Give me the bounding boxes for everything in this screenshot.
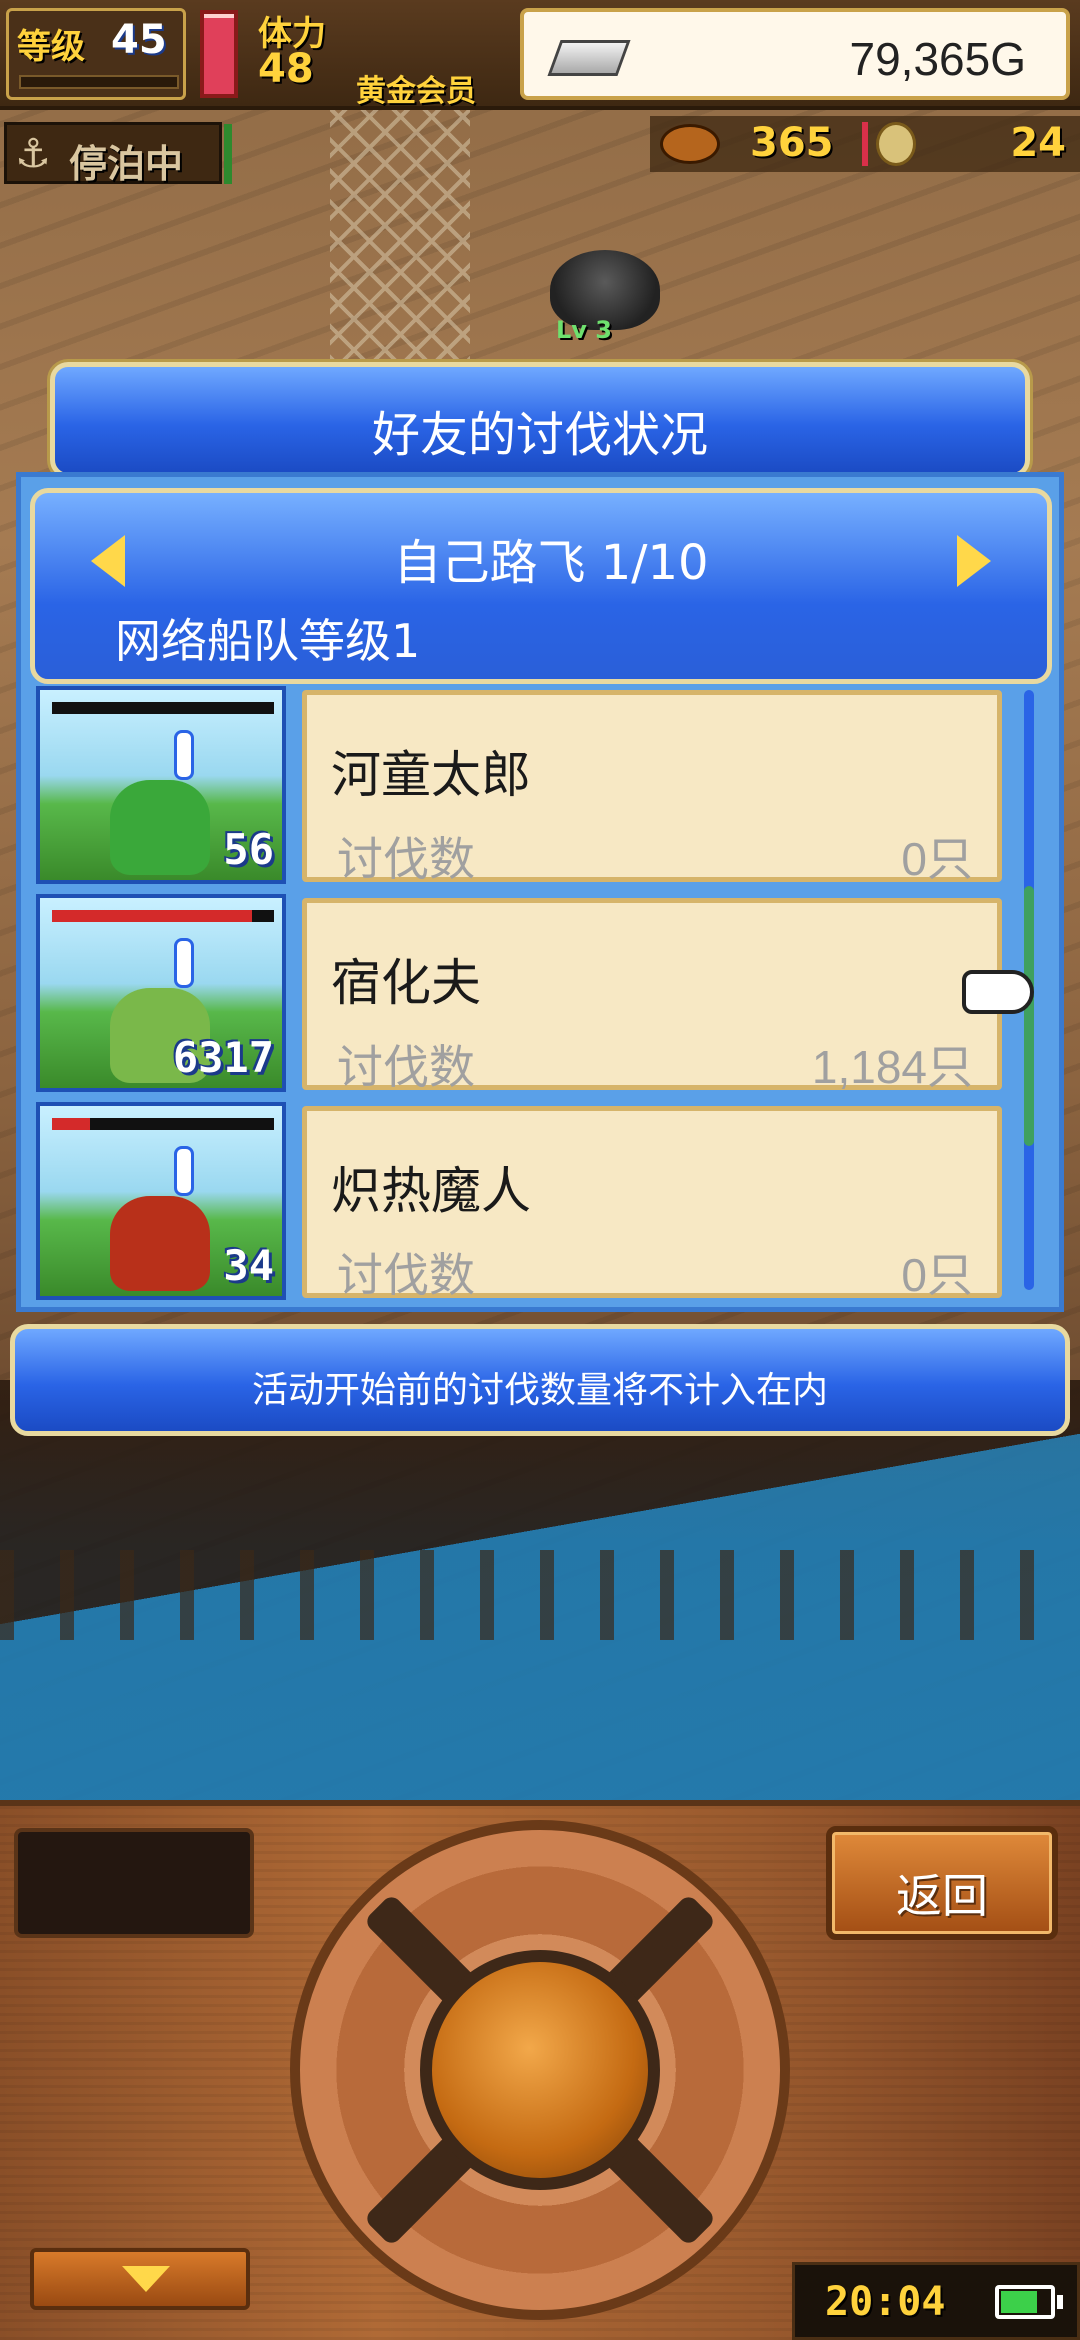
battery-level [1001, 2291, 1038, 2313]
medal-value: 24 [1010, 120, 1066, 166]
stamina-gauge-fill [204, 18, 234, 94]
monster-sprite [110, 1196, 210, 1291]
panel-empty-slot [14, 1828, 254, 1938]
bread-icon [660, 124, 720, 164]
stamina-value: 48 [258, 46, 314, 92]
friend-header: 自己路飞 1/10 网络船队等级1 [30, 488, 1052, 684]
monster-hp-fill [52, 910, 252, 922]
player-level-box: 等级 45 [6, 8, 186, 100]
food-value: 365 [750, 120, 834, 166]
monster-name: 宿化夫 [331, 954, 481, 1012]
silver-bar-icon [547, 40, 631, 76]
next-friend-arrow-icon[interactable] [957, 535, 991, 587]
anchor-icon: ⚓ [15, 131, 51, 177]
clock-box: 20:04 [792, 2262, 1080, 2340]
dock-status-box: ⚓ 停泊中 [4, 122, 222, 186]
notice-bar: 活动开始前的讨伐数量将不计入在内 [10, 1324, 1070, 1436]
monster-list[interactable]: 56 河童太郎 讨伐数 0只 6317 宿化夫 讨伐数 1,184只 34 炽热 [36, 686, 1036, 1306]
friend-name: 自己路飞 1/10 [393, 535, 709, 591]
monster-info-card: 宿化夫 讨伐数 1,184只 [302, 898, 1002, 1094]
pointing-hand-icon [962, 970, 1034, 1014]
exp-bar [19, 75, 179, 89]
fleet-level: 网络船队等级1 [115, 614, 421, 668]
medal-icon [876, 122, 916, 166]
monster-thumbnail: 34 [36, 1102, 286, 1300]
monster-name: 炽热魔人 [331, 1162, 531, 1220]
alert-icon [174, 938, 194, 988]
wheel-center-button[interactable] [420, 1950, 660, 2190]
list-item[interactable]: 34 炽热魔人 讨伐数 0只 [36, 1102, 1036, 1302]
menu-down-button[interactable] [30, 2248, 250, 2310]
monster-hp-fill [52, 1118, 90, 1130]
stamina-gauge [200, 10, 238, 98]
resource-bar: 365 24 [650, 116, 1080, 172]
monster-hp-bar [52, 910, 274, 922]
monster-thumbnail: 6317 [36, 894, 286, 1092]
kill-count-label: 讨伐数 [337, 1040, 475, 1094]
top-status-bar: 等级 45 体力 48 黄金会员 79,365G [0, 0, 1080, 110]
gold-value: 79,365G [849, 33, 1026, 85]
level-value: 45 [111, 17, 167, 63]
kill-count-label: 讨伐数 [337, 1248, 475, 1302]
monster-level: 6317 [172, 1033, 274, 1082]
monster-thumbnail: 56 [36, 686, 286, 884]
battery-tip [1057, 2295, 1063, 2309]
monster-hp-bar [52, 1118, 274, 1130]
monster-sprite [110, 780, 210, 875]
deck-monster-level: Lv 3 [556, 316, 612, 344]
monster-hp-bar [52, 702, 274, 714]
gold-display[interactable]: 79,365G [520, 8, 1070, 100]
alert-icon [174, 1146, 194, 1196]
resource-divider [862, 122, 868, 166]
kill-count-value: 0只 [901, 833, 973, 885]
kill-count-value: 0只 [901, 1249, 973, 1301]
monster-level: 56 [223, 825, 274, 874]
back-button-label: 返回 [896, 1869, 988, 1923]
alert-icon [174, 730, 194, 780]
monster-level: 34 [223, 1241, 274, 1290]
ship-railing [0, 1550, 1080, 1640]
monster-info-card: 河童太郎 讨伐数 0只 [302, 690, 1002, 886]
back-button[interactable]: 返回 [826, 1826, 1058, 1940]
dialog-title-bar: 好友的讨伐状况 [50, 362, 1030, 478]
monster-info-card: 炽热魔人 讨伐数 0只 [302, 1106, 1002, 1302]
monster-name: 河童太郎 [331, 746, 531, 804]
dock-status-label: 停泊中 [69, 142, 184, 186]
notice-text: 活动开始前的讨伐数量将不计入在内 [251, 1370, 828, 1411]
list-scroll-thumb[interactable] [1024, 886, 1034, 1146]
battery-icon [995, 2285, 1055, 2319]
vip-badge: 黄金会员 [356, 74, 476, 109]
kill-count-value: 1,184只 [811, 1041, 973, 1093]
list-item[interactable]: 6317 宿化夫 讨伐数 1,184只 [36, 894, 1036, 1094]
dialog-title: 好友的讨伐状况 [371, 407, 708, 463]
clock: 20:04 [825, 2279, 946, 2325]
kill-count-label: 讨伐数 [337, 832, 475, 886]
level-label: 等级 [17, 27, 85, 67]
list-item[interactable]: 56 河童太郎 讨伐数 0只 [36, 686, 1036, 886]
dock-gauge [224, 124, 232, 184]
chevron-down-icon [122, 2266, 170, 2292]
